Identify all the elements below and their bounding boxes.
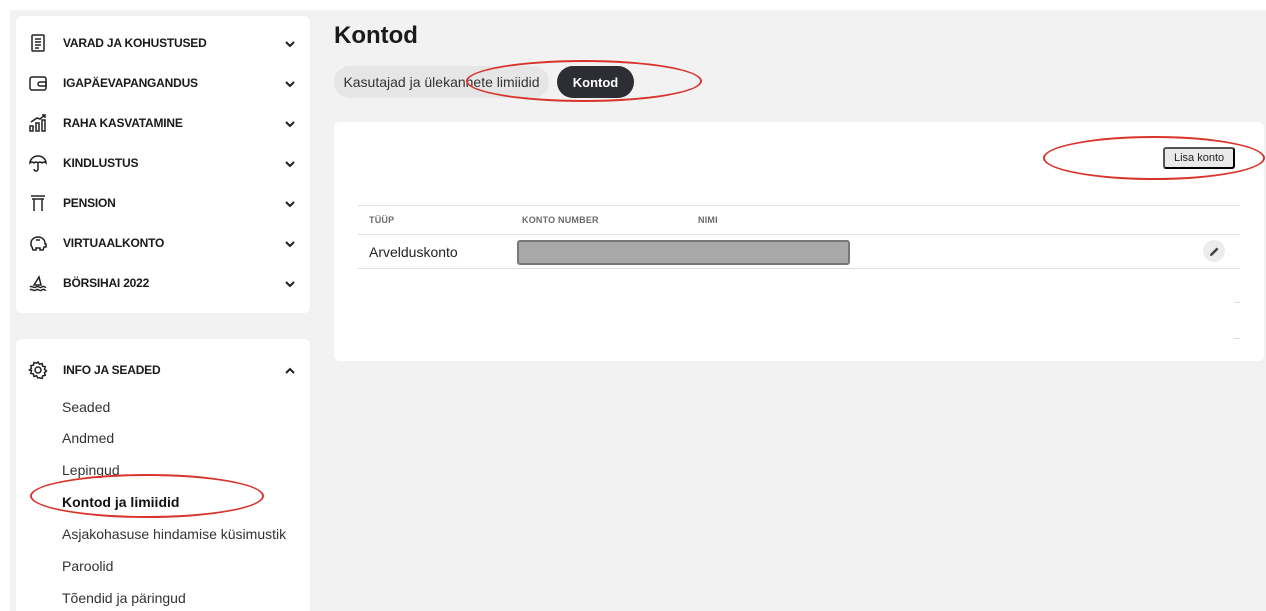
sidebar-item-label: VARAD JA KOHUSTUSED bbox=[63, 36, 207, 50]
chevron-up-icon bbox=[284, 364, 296, 376]
table-row-divider bbox=[358, 268, 1240, 269]
chevron-down-icon bbox=[284, 157, 296, 169]
edit-account-button[interactable] bbox=[1203, 240, 1225, 262]
redacted-account-info bbox=[517, 240, 850, 265]
piggy-bank-icon bbox=[26, 231, 50, 255]
left-edge bbox=[0, 0, 10, 611]
column-header-account-number: KONTO NUMBER bbox=[522, 215, 599, 225]
sidebar-item-kindlustus[interactable]: KINDLUSTUS bbox=[16, 143, 310, 183]
sidebar-subitem-paroolid[interactable]: Paroolid bbox=[62, 558, 113, 574]
sidebar-item-label: PENSION bbox=[63, 196, 116, 210]
chevron-down-icon bbox=[284, 277, 296, 289]
tab-kasutajad-ja-ulekannete-limiidid[interactable]: Kasutajad ja ülekannete limiidid bbox=[334, 66, 549, 98]
growth-chart-icon bbox=[26, 111, 50, 135]
pencil-icon bbox=[1209, 246, 1219, 256]
accounts-panel: Lisa konto TÜÜP KONTO NUMBER NIMI Arveld… bbox=[334, 122, 1264, 361]
sidebar-subitem-toendid-ja-paringud[interactable]: Tõendid ja päringud bbox=[62, 590, 186, 606]
column-header-type: TÜÜP bbox=[369, 215, 395, 225]
sidebar-subitem-asjakohasuse-hindamise-kusimustik[interactable]: Asjakohasuse hindamise küsimustik bbox=[62, 526, 286, 542]
tab-kontod[interactable]: Kontod bbox=[557, 66, 634, 98]
sidebar-item-label: VIRTUAALKONTO bbox=[63, 236, 165, 250]
sidebar-item-pension[interactable]: PENSION bbox=[16, 183, 310, 223]
sidebar-item-label: RAHA KASVATAMINE bbox=[63, 116, 183, 130]
chevron-down-icon bbox=[284, 117, 296, 129]
shark-waves-icon bbox=[26, 271, 50, 295]
sidebar-item-igapaevapangandus[interactable]: IGAPÄEVAPANGANDUS bbox=[16, 63, 310, 103]
sidebar-item-info-ja-seaded[interactable]: INFO JA SEADED bbox=[16, 350, 310, 390]
page: VARAD JA KOHUSTUSED IGAPÄEVAPANGANDUS RA… bbox=[0, 0, 1266, 611]
sidebar-item-raha-kasvatamine[interactable]: RAHA KASVATAMINE bbox=[16, 103, 310, 143]
sidebar-item-virtuaalkonto[interactable]: VIRTUAALKONTO bbox=[16, 223, 310, 263]
account-type-cell: Arvelduskonto bbox=[369, 244, 458, 260]
chevron-down-icon bbox=[284, 37, 296, 49]
divider-tick bbox=[1234, 302, 1240, 303]
column-header-name: NIMI bbox=[698, 215, 718, 225]
divider-tick bbox=[1234, 338, 1240, 339]
sidebar-subitem-seaded[interactable]: Seaded bbox=[62, 399, 110, 415]
add-account-button[interactable]: Lisa konto bbox=[1163, 147, 1236, 169]
sidebar-item-borsihai-2022[interactable]: BÖRSIHAI 2022 bbox=[16, 263, 310, 303]
sidebar-item-label: KINDLUSTUS bbox=[63, 156, 139, 170]
sidebar-subitem-andmed[interactable]: Andmed bbox=[62, 430, 114, 446]
chevron-down-icon bbox=[284, 237, 296, 249]
chevron-down-icon bbox=[284, 197, 296, 209]
pillar-icon bbox=[26, 191, 50, 215]
umbrella-icon bbox=[26, 151, 50, 175]
sidebar-subitem-kontod-ja-limiidid[interactable]: Kontod ja limiidid bbox=[62, 494, 179, 510]
sidebar-settings-menu: INFO JA SEADED Seaded Andmed Lepingud Ko… bbox=[16, 339, 310, 611]
chevron-down-icon bbox=[284, 77, 296, 89]
page-title: Kontod bbox=[334, 22, 418, 49]
document-list-icon bbox=[26, 31, 50, 55]
sidebar-item-label: BÖRSIHAI 2022 bbox=[63, 276, 150, 290]
sidebar-item-label: INFO JA SEADED bbox=[63, 363, 161, 377]
sidebar-main-menu: VARAD JA KOHUSTUSED IGAPÄEVAPANGANDUS RA… bbox=[16, 16, 310, 313]
gear-icon bbox=[26, 358, 50, 382]
sidebar-item-label: IGAPÄEVAPANGANDUS bbox=[63, 76, 198, 90]
wallet-icon bbox=[26, 71, 50, 95]
top-edge bbox=[0, 0, 1266, 10]
sidebar-item-varad-ja-kohustused[interactable]: VARAD JA KOHUSTUSED bbox=[16, 23, 310, 63]
sidebar-subitem-lepingud[interactable]: Lepingud bbox=[62, 462, 120, 478]
table-header-divider bbox=[358, 234, 1240, 235]
table-top-divider bbox=[358, 205, 1240, 206]
